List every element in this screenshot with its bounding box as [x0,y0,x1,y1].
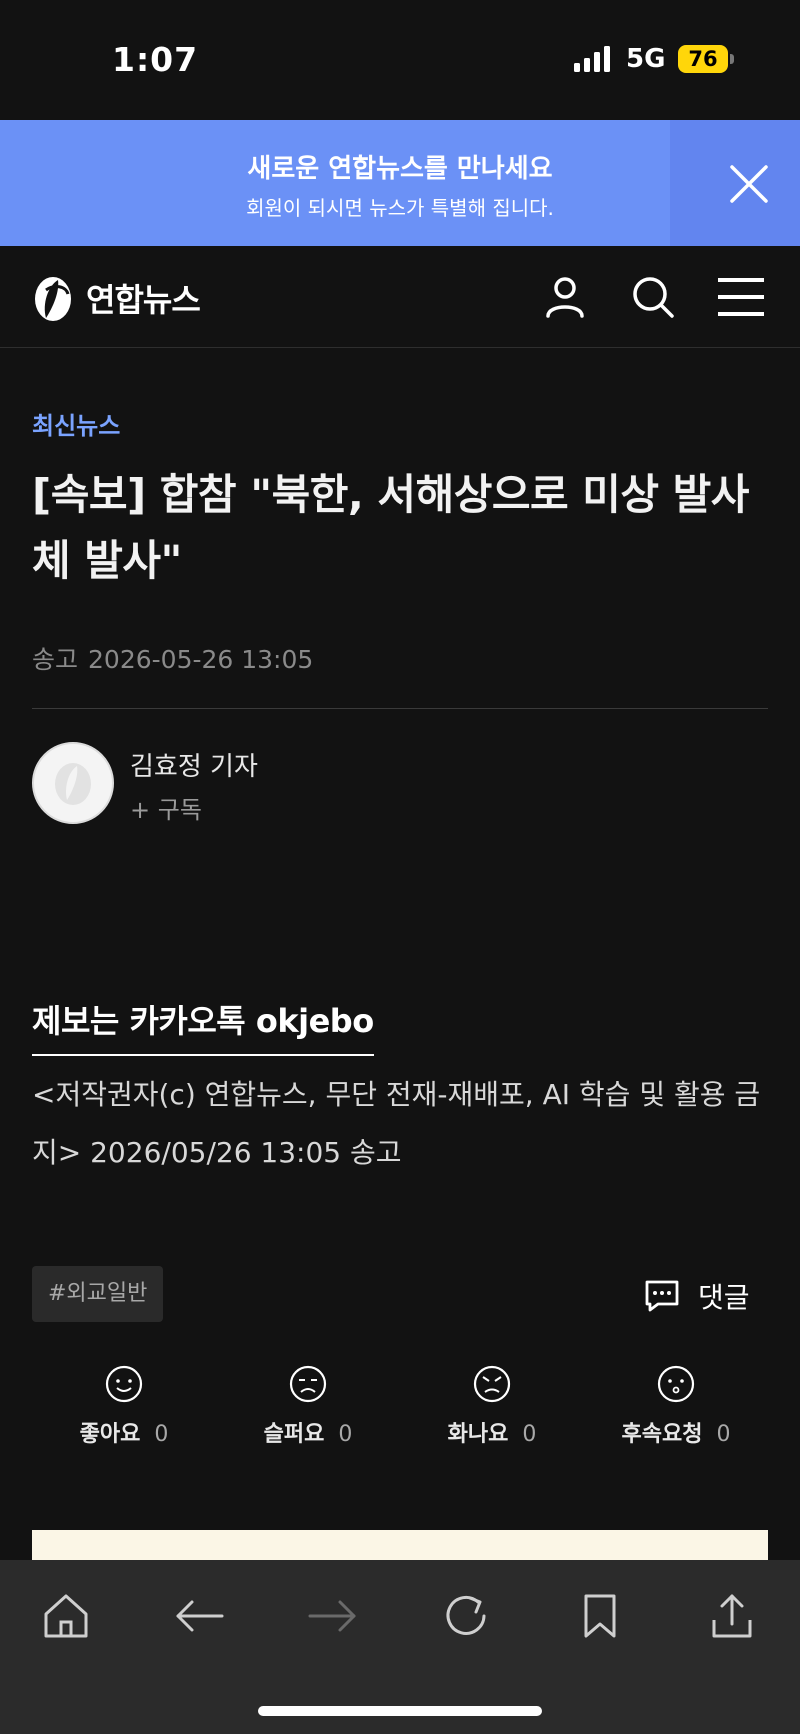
menu-icon[interactable] [716,272,766,322]
reaction-count: 0 [716,1422,731,1447]
reaction-sad[interactable]: 슬퍼요 0 [216,1364,400,1448]
tip-link[interactable]: 제보는 카카오톡 okjebo [32,996,374,1056]
reaction-label: 후속요청 [621,1422,703,1447]
smile-icon [105,1365,143,1403]
search-icon[interactable] [628,272,678,322]
battery-icon: 76 [678,45,728,73]
back-icon[interactable] [174,1590,226,1642]
comment-icon [645,1280,679,1312]
reload-icon[interactable] [440,1590,492,1642]
avatar[interactable] [32,742,114,824]
meta-datetime: 2026-05-26 13:05 [88,645,314,674]
share-icon[interactable] [706,1590,758,1642]
meta-label: 송고 [32,645,79,674]
bookmark-icon[interactable] [574,1590,626,1642]
reaction-count: 0 [522,1422,537,1447]
reaction-label: 좋아요 [79,1422,141,1447]
logo-text: 연합뉴스 [86,281,201,319]
logo[interactable]: 연합뉴스 [32,272,201,324]
author-logo-icon [55,763,91,805]
article-meta: 송고 2026-05-26 13:05 [32,640,323,676]
user-icon[interactable] [540,272,590,322]
network-label: 5G [626,44,666,74]
close-icon[interactable] [728,163,770,205]
reaction-like[interactable]: 좋아요 0 [32,1364,216,1448]
comment-button[interactable]: 댓글 [644,1276,750,1316]
reaction-label: 슬퍼요 [263,1422,325,1447]
subscribe-button[interactable]: + 구독 [130,790,202,825]
battery-cap [730,54,734,64]
promo-subtitle: 회원이 되시면 뉴스가 특별해 집니다. [246,196,554,220]
category-link[interactable]: 최신뉴스 [32,406,120,441]
reaction-bar: 좋아요 0 슬퍼요 0 화나요 0 후속요청 0 [32,1364,768,1454]
copyright-text: <저작권자(c) 연합뉴스, 무단 전재-재배포, AI 학습 및 활용 금지>… [32,1078,761,1169]
comment-label: 댓글 [698,1281,750,1314]
signal-icon [574,46,610,72]
reaction-count: 0 [338,1422,353,1447]
tag-chip[interactable]: #외교일반 [32,1266,164,1322]
article-headline: [속보] 합참 "북한, 서해상으로 미상 발사체 발사" [32,470,749,585]
forward-icon[interactable] [306,1590,358,1642]
divider [32,708,768,709]
angry-face-icon [473,1365,511,1403]
site-header: 연합뉴스 [0,246,800,348]
logo-icon [35,277,71,321]
sad-face-icon [289,1365,327,1403]
reaction-label: 화나요 [447,1422,509,1447]
promo-title: 새로운 연합뉴스를 만나세요 [247,154,553,184]
reaction-followup[interactable]: 후속요청 0 [584,1364,768,1448]
status-bar: 1:07 5G 76 [0,0,800,120]
promo-banner[interactable]: 새로운 연합뉴스를 만나세요 회원이 되시면 뉴스가 특별해 집니다. [0,120,800,246]
reaction-angry[interactable]: 화나요 0 [400,1364,584,1448]
home-indicator [258,1706,542,1716]
reaction-count: 0 [154,1422,169,1447]
curious-face-icon [657,1365,695,1403]
home-icon[interactable] [40,1590,92,1642]
status-time: 1:07 [112,40,199,79]
author-name[interactable]: 김효정 기자 [130,746,258,783]
